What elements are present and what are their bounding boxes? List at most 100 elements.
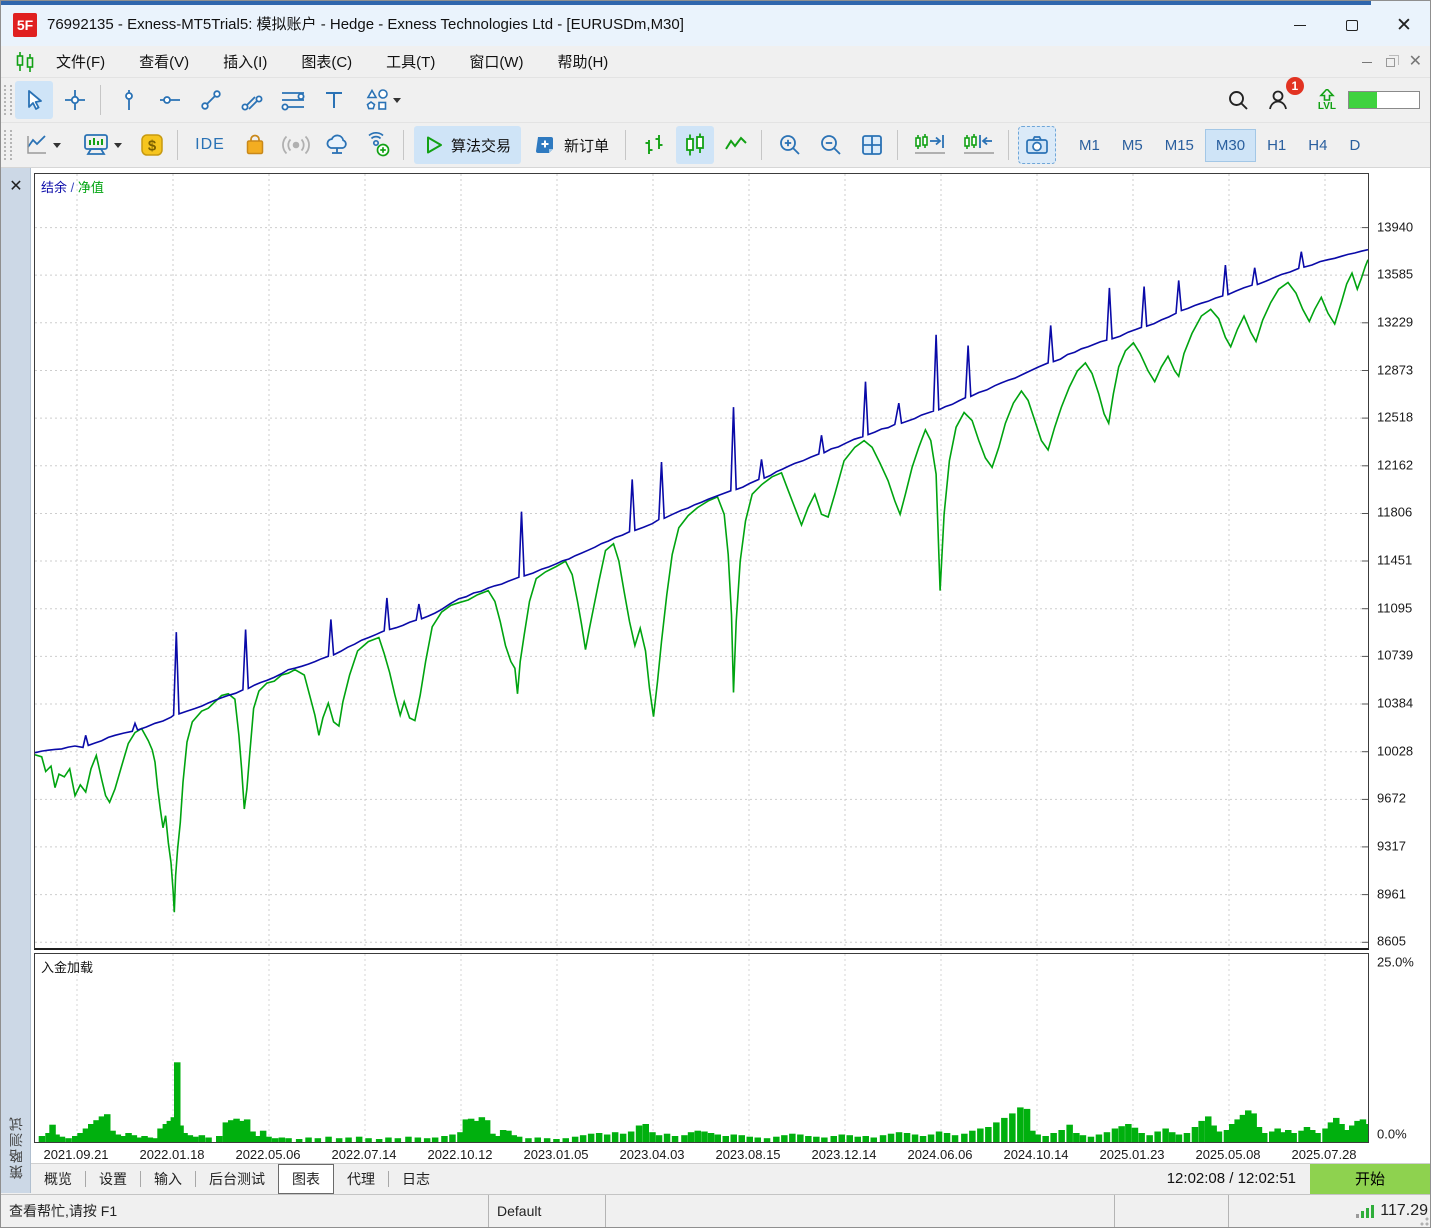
candles-style-button[interactable] [676,126,714,164]
child-minimize-button[interactable] [1362,62,1372,63]
tile-windows-button[interactable] [853,126,891,164]
user-account-button[interactable]: 1 [1260,81,1298,119]
menu-insert[interactable]: 插入(I) [208,51,282,72]
market-store-button[interactable] [236,126,274,164]
toolbar-separator [100,85,101,115]
tab-agents[interactable]: 代理 [334,1164,388,1194]
minimize-button[interactable] [1274,5,1326,46]
zoom-in-button[interactable] [771,126,809,164]
resize-grip[interactable] [1417,1214,1429,1226]
vertical-line-button[interactable] [110,81,148,119]
channel-button[interactable] [233,81,271,119]
close-button[interactable]: ✕ [1378,5,1430,46]
line-style-button[interactable] [717,126,755,164]
market-watch-icon [81,132,111,158]
signal-icon [281,132,311,158]
tester-tab-bar: 概览 设置 输入 后台测试 图表 代理 日志 12:02:08 / 12:02:… [31,1163,1430,1193]
text-tool-button[interactable] [315,81,353,119]
toolbar-grip[interactable] [4,130,12,160]
status-connection[interactable]: 117.29 [1228,1195,1430,1227]
time-axis-label: 2025.07.28 [1291,1147,1356,1162]
zoom-in-icon [777,132,803,158]
timeframe-m5[interactable]: M5 [1111,129,1154,162]
price-axis-label: 10028 [1377,743,1413,758]
new-order-button[interactable]: 新订单 [525,126,619,164]
screenshot-button[interactable] [1018,126,1056,164]
trendline-button[interactable] [192,81,230,119]
tab-overview[interactable]: 概览 [31,1164,85,1194]
menu-charts[interactable]: 图表(C) [286,51,367,72]
toolbar-separator [625,130,626,160]
camera-icon [1024,133,1050,157]
deposit-button[interactable]: $ [133,126,171,164]
bars-style-button[interactable] [635,126,673,164]
cursor-button[interactable] [15,81,53,119]
application-window: 5F 76992135 - Exness-MT5Trial5: 模拟账户 - H… [0,0,1431,1228]
shopping-bag-icon [242,132,268,158]
close-tester-button[interactable]: ✕ [1,176,31,198]
toolbar-grip[interactable] [4,85,12,115]
time-axis-label: 2024.10.14 [1003,1147,1068,1162]
dollar-icon: $ [139,132,165,158]
zoom-out-icon [818,132,844,158]
tab-journal[interactable]: 日志 [389,1164,443,1194]
deposit-load-label: 入金加载 [41,957,93,976]
start-button[interactable]: 开始 [1310,1164,1430,1194]
market-watch-button[interactable] [72,126,130,164]
balance-equity-chart[interactable]: 结余 / 净值 [34,173,1369,950]
candles-style-icon [682,132,708,158]
timeframe-d1[interactable]: D [1338,129,1371,162]
menu-window[interactable]: 窗口(W) [454,51,538,72]
time-axis-label: 2022.07.14 [331,1147,396,1162]
timeframe-m15[interactable]: M15 [1154,129,1205,162]
fibonacci-icon [279,87,307,113]
menu-view[interactable]: 查看(V) [124,51,204,72]
tab-settings[interactable]: 设置 [86,1164,140,1194]
price-axis-label: 13585 [1377,267,1413,282]
timeframe-h4[interactable]: H4 [1297,129,1338,162]
crosshair-button[interactable] [56,81,94,119]
status-profile[interactable]: Default [488,1195,605,1227]
timeframe-h1[interactable]: H1 [1256,129,1297,162]
signals-button[interactable] [277,126,315,164]
search-button[interactable] [1219,81,1257,119]
menu-help[interactable]: 帮助(H) [542,51,623,72]
horizontal-line-button[interactable] [151,81,189,119]
window-title: 76992135 - Exness-MT5Trial5: 模拟账户 - Hedg… [47,13,684,34]
tab-chart[interactable]: 图表 [278,1164,334,1194]
cloud-button[interactable] [318,126,356,164]
chart-style-button[interactable] [15,126,69,164]
maximize-button[interactable] [1326,5,1378,46]
child-close-button[interactable]: ✕ [1409,54,1422,70]
copy-trading-button[interactable] [359,126,397,164]
ide-button[interactable]: IDE [187,126,233,164]
tester-vertical-label: 策略测试 [6,1115,26,1179]
shapes-button[interactable] [356,81,408,119]
menu-file[interactable]: 文件(F) [41,51,120,72]
price-axis-label: 9317 [1377,838,1406,853]
cursor-icon [21,87,47,113]
fibonacci-button[interactable] [274,81,312,119]
algo-trading-button[interactable]: 算法交易 [414,126,521,164]
shift-end-button[interactable] [907,126,953,164]
zoom-out-button[interactable] [812,126,850,164]
chart-legend: 结余 / 净值 [41,177,104,196]
timeframe-m30[interactable]: M30 [1205,129,1256,162]
toolbar-separator [897,130,898,160]
menu-tools[interactable]: 工具(T) [371,51,450,72]
price-axis-label: 8961 [1377,886,1406,901]
timeframe-m1[interactable]: M1 [1068,129,1111,162]
price-axis-label: 9672 [1377,791,1406,806]
level-button[interactable]: LVL [1318,89,1336,112]
auto-scroll-button[interactable] [956,126,1002,164]
deposit-load-chart[interactable]: 入金加载 [34,953,1369,1143]
tab-backtest[interactable]: 后台测试 [196,1164,278,1194]
tab-inputs[interactable]: 输入 [141,1164,195,1194]
time-axis-label: 2022.01.18 [139,1147,204,1162]
toolbar-separator [403,130,404,160]
time-axis-label: 2024.06.06 [907,1147,972,1162]
price-axis-label: 11451 [1377,553,1412,568]
new-order-icon [535,134,557,156]
child-restore-button[interactable] [1386,58,1395,67]
price-axis-label: 12162 [1377,457,1413,472]
